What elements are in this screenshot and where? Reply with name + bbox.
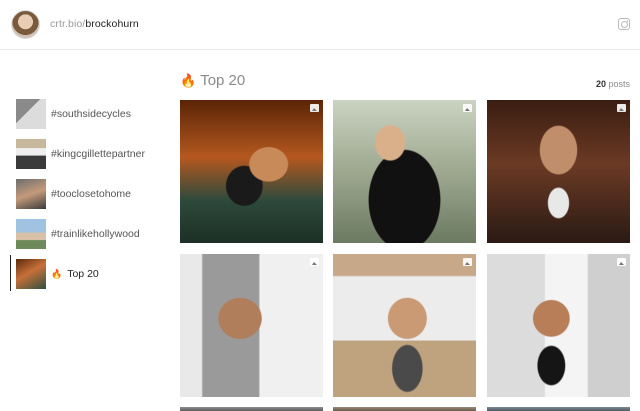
photo-tile[interactable] bbox=[333, 100, 476, 243]
post-count-number: 20 bbox=[595, 79, 606, 89]
sidebar-item-top-20[interactable]: 🔥 Top 20 bbox=[0, 255, 160, 293]
page-title-text: Top 20 bbox=[200, 72, 246, 89]
photo-tile[interactable] bbox=[180, 407, 323, 411]
image-icon bbox=[617, 104, 626, 112]
image-icon bbox=[310, 104, 319, 112]
photo-tile[interactable] bbox=[180, 254, 323, 397]
instagram-icon[interactable] bbox=[618, 18, 630, 30]
sidebar-item-label: #tooclosetohome bbox=[51, 188, 131, 200]
top-header: crtr.bio/brockohurn bbox=[0, 0, 640, 50]
sidebar-item-label: 🔥 Top 20 bbox=[51, 268, 99, 280]
photo-tile[interactable] bbox=[487, 100, 630, 243]
image-icon bbox=[310, 258, 319, 266]
sidebar-item-label: #trainlikehollywood bbox=[51, 228, 140, 240]
sidebar-item-southsidecycles[interactable]: #southsidecycles bbox=[0, 97, 160, 133]
brand-username: brockohurn bbox=[85, 18, 139, 30]
page-title: 🔥 Top 20 bbox=[180, 72, 245, 89]
photo-tile[interactable] bbox=[333, 254, 476, 397]
sidebar-thumbnail bbox=[16, 179, 46, 209]
sidebar-item-kingcgillettepartner[interactable]: #kingcgillettepartner bbox=[0, 137, 160, 173]
image-icon bbox=[463, 104, 472, 112]
sidebar-item-trainlikehollywood[interactable]: #trainlikehollywood bbox=[0, 217, 160, 253]
fire-icon: 🔥 bbox=[51, 269, 63, 279]
sidebar-thumbnail bbox=[16, 139, 46, 169]
sidebar-thumbnail bbox=[16, 99, 46, 129]
brand-link[interactable]: crtr.bio/brockohurn bbox=[50, 18, 139, 30]
brand-prefix: crtr.bio/ bbox=[50, 18, 86, 30]
sidebar-thumbnail bbox=[16, 219, 46, 249]
post-count: 20 posts bbox=[596, 79, 630, 89]
photo-tile[interactable] bbox=[180, 100, 323, 243]
sidebar-item-tooclosetohome[interactable]: #tooclosetohome bbox=[0, 177, 160, 213]
image-icon bbox=[463, 258, 472, 266]
fire-icon: 🔥 bbox=[180, 73, 197, 88]
photo-tile[interactable] bbox=[487, 407, 630, 411]
profile-avatar[interactable] bbox=[11, 10, 40, 39]
sidebar-item-label: #southsidecycles bbox=[51, 108, 131, 120]
sidebar-item-label: #kingcgillettepartner bbox=[51, 148, 145, 160]
photo-tile[interactable] bbox=[333, 407, 476, 411]
image-icon bbox=[617, 258, 626, 266]
post-count-label: posts bbox=[608, 79, 630, 89]
photo-tile[interactable] bbox=[487, 254, 630, 397]
sidebar-item-text: Top 20 bbox=[67, 268, 99, 280]
sidebar-thumbnail bbox=[16, 259, 46, 289]
